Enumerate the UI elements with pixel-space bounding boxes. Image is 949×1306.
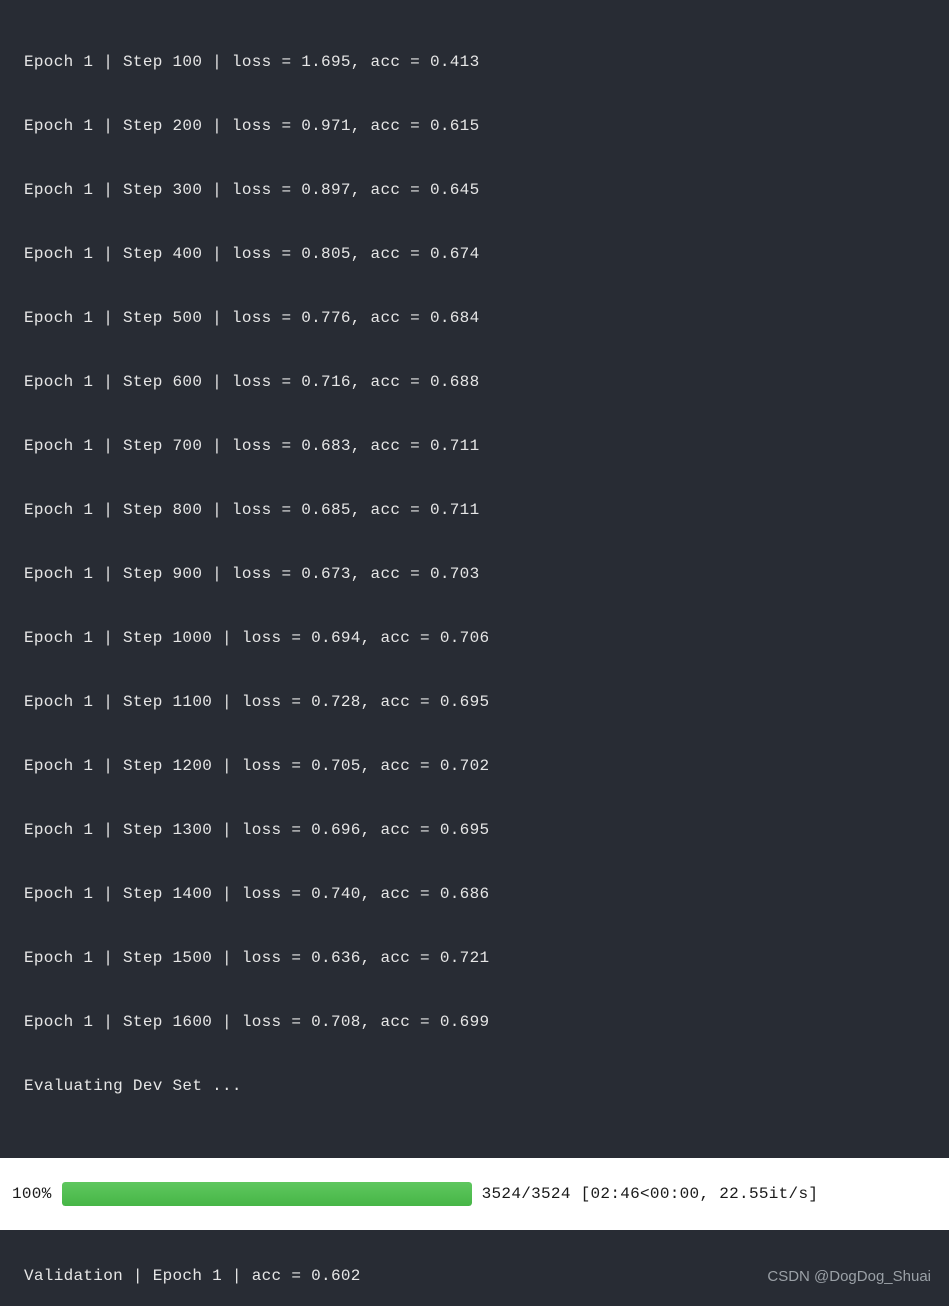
log-line: Epoch 1 | Step 1300 | loss = 0.696, acc … <box>24 814 925 846</box>
log-line: Epoch 1 | Step 400 | loss = 0.805, acc =… <box>24 238 925 270</box>
progress-row: 100% 3524/3524 [02:46<00:00, 22.55it/s] <box>0 1158 949 1230</box>
log-line: Epoch 1 | Step 100 | loss = 1.695, acc =… <box>24 46 925 78</box>
log-line: Epoch 1 | Step 600 | loss = 0.716, acc =… <box>24 366 925 398</box>
log-line: Epoch 1 | Step 1500 | loss = 0.636, acc … <box>24 942 925 974</box>
log-line: Epoch 1 | Step 500 | loss = 0.776, acc =… <box>24 302 925 334</box>
progress-percent-label: 100% <box>12 1185 52 1203</box>
log-line: Epoch 1 | Step 1600 | loss = 0.708, acc … <box>24 1006 925 1038</box>
progress-bar-track <box>62 1182 472 1206</box>
log-line: Epoch 1 | Step 900 | loss = 0.673, acc =… <box>24 558 925 590</box>
log-line: Epoch 1 | Step 200 | loss = 0.971, acc =… <box>24 110 925 142</box>
log-line: Epoch 1 | Step 700 | loss = 0.683, acc =… <box>24 430 925 462</box>
log-line: Epoch 1 | Step 1400 | loss = 0.740, acc … <box>24 878 925 910</box>
progress-bar-fill <box>62 1182 472 1206</box>
log-line: Epoch 1 | Step 1200 | loss = 0.705, acc … <box>24 750 925 782</box>
log-line: Epoch 1 | Step 300 | loss = 0.897, acc =… <box>24 174 925 206</box>
validation-text: Validation | Epoch 1 | acc = 0.602 <box>24 1267 361 1285</box>
log-line: Evaluating Dev Set ... <box>24 1070 925 1102</box>
watermark: CSDN @DogDog_Shuai <box>767 1262 931 1292</box>
progress-stats: 3524/3524 [02:46<00:00, 22.55it/s] <box>482 1185 819 1203</box>
training-log-block: Epoch 1 | Step 100 | loss = 1.695, acc =… <box>0 0 949 1158</box>
log-line: Epoch 1 | Step 1100 | loss = 0.728, acc … <box>24 686 925 718</box>
log-line: Epoch 1 | Step 1000 | loss = 0.694, acc … <box>24 622 925 654</box>
log-line: Epoch 1 | Step 800 | loss = 0.685, acc =… <box>24 494 925 526</box>
validation-block: Validation | Epoch 1 | acc = 0.602 CSDN … <box>0 1230 949 1306</box>
